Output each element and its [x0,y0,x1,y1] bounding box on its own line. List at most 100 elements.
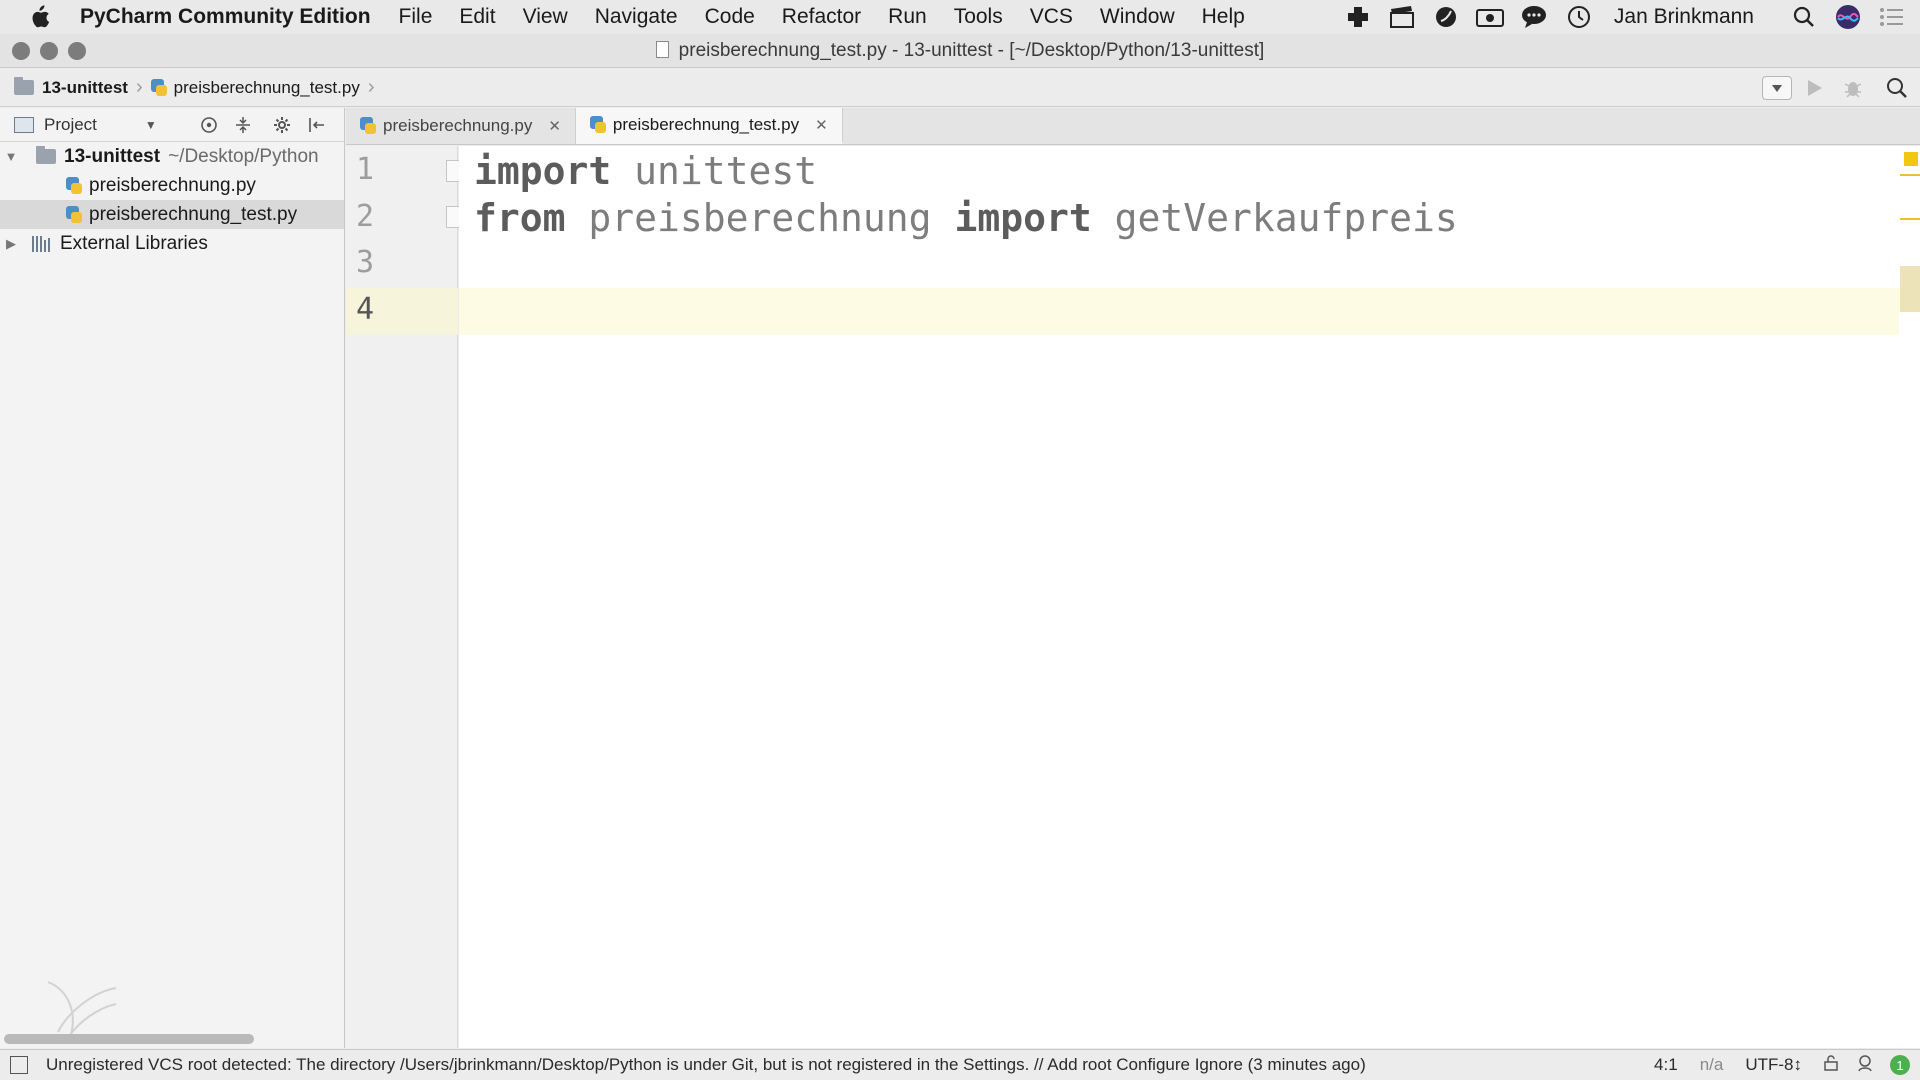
tab-label: preisberechnung_test.py [612,114,800,134]
document-icon [655,40,669,58]
window-title-bar: preisberechnung_test.py - 13-unittest - … [0,34,1920,68]
time-machine-icon[interactable] [1564,5,1592,29]
breadcrumb-separator-icon: › [367,76,375,98]
search-everywhere-icon[interactable] [1882,74,1912,102]
tab-preisberechnung-test[interactable]: preisberechnung_test.py ✕ [575,108,843,144]
file-encoding[interactable]: UTF-8↕ [1745,1055,1802,1075]
clapperboard-icon[interactable] [1388,5,1416,29]
code-line[interactable]: from preisberechnung import getVerkaufpr… [474,196,1458,240]
caret-position[interactable]: 4:1 [1654,1055,1678,1075]
run-icon[interactable] [1800,74,1830,102]
spotlight-search-icon[interactable] [1790,5,1818,29]
keyword: import [954,196,1092,240]
status-widgets: 4:1 n/a UTF-8↕ 1 [1654,1050,1920,1080]
lock-icon[interactable] [1824,1054,1838,1076]
menu-vcs[interactable]: VCS [1030,5,1073,29]
breadcrumb-project[interactable]: 13-unittest [42,78,128,98]
python-file-icon [589,115,606,134]
project-view-selector[interactable]: Project [44,115,97,135]
menu-view[interactable]: View [523,5,568,29]
menu-window[interactable]: Window [1100,5,1175,29]
hide-panel-icon[interactable] [305,113,329,137]
line-number: 1 [356,152,375,187]
watermark-logo [47,981,117,1039]
tree-file-item-selected[interactable]: preisberechnung_test.py [0,200,344,229]
editor-gutter: 1 2 3 4 [346,146,468,1048]
line-number: 3 [356,245,375,280]
collapse-all-icon[interactable] [231,113,255,137]
debug-icon[interactable] [1838,74,1868,102]
scroll-warning-stripe[interactable] [1900,174,1920,176]
menu-edit[interactable]: Edit [459,5,495,29]
tool-windows-icon[interactable] [10,1056,28,1074]
event-log-badge[interactable]: 1 [1890,1055,1910,1075]
menu-bar-extras: Jan Brinkmann [1328,0,1920,34]
caret-line-highlight [459,288,1899,335]
collapsed-arrow-icon[interactable]: ▶ [0,236,22,252]
run-toolbar [1762,69,1920,107]
close-icon[interactable]: ✕ [548,117,561,135]
navigation-bar: 13-unittest › preisberechnung_test.py › [0,69,1920,107]
chat-bubble-icon[interactable] [1520,5,1548,29]
tree-root-path: ~/Desktop/Python [168,145,319,167]
menu-refactor[interactable]: Refactor [782,5,861,29]
project-tool-window: Project ▼ ▼ 13-unittest ~/Desktop/Python… [0,108,345,1048]
close-icon[interactable]: ✕ [815,116,828,134]
camera-icon[interactable] [1475,5,1504,29]
plus-cross-icon[interactable] [1344,5,1372,29]
scroll-status-marker[interactable] [1904,152,1918,166]
status-bar: Unregistered VCS root detected: The dire… [0,1049,1920,1080]
line-number-current: 4 [356,292,375,327]
python-file-icon [360,117,376,135]
breadcrumb-separator-icon: › [135,76,143,98]
app-name-menu[interactable]: PyCharm Community Edition [80,5,371,29]
tab-preisberechnung[interactable]: preisberechnung.py ✕ [346,108,576,144]
apple-icon[interactable] [28,4,68,30]
folder-icon [36,146,56,164]
run-configuration-dropdown[interactable] [1762,74,1792,102]
vcs-status[interactable]: n/a [1700,1055,1724,1075]
tree-file-item[interactable]: preisberechnung.py [0,171,344,200]
tree-root-name: 13-unittest [64,145,161,167]
scroll-warning-stripe[interactable] [1900,218,1920,220]
line-number: 2 [356,199,375,234]
breadcrumb: 13-unittest › preisberechnung_test.py › [0,69,383,107]
keyword: from [474,196,566,240]
library-icon [32,235,52,252]
menu-help[interactable]: Help [1202,5,1245,29]
expand-arrow-icon[interactable]: ▼ [0,149,22,164]
python-file-icon [150,78,167,97]
tab-label: preisberechnung.py [383,116,533,135]
inspector-icon[interactable] [1856,1054,1874,1077]
gear-icon[interactable] [271,113,295,137]
menu-tools[interactable]: Tools [954,5,1003,29]
leaf-icon[interactable] [1432,5,1460,29]
project-header: Project ▼ [0,108,344,142]
status-message[interactable]: Unregistered VCS root detected: The dire… [46,1055,1366,1075]
vertical-scrollbar[interactable] [1900,266,1920,312]
menu-file[interactable]: File [399,5,433,29]
chevron-down-icon[interactable]: ▼ [145,118,157,132]
editor-tabs: preisberechnung.py ✕ preisberechnung_tes… [346,108,1920,145]
tree-root-item[interactable]: ▼ 13-unittest ~/Desktop/Python [0,142,344,171]
tree-file-label: preisberechnung_test.py [89,203,298,225]
notification-center-icon[interactable] [1878,5,1906,29]
external-libraries-label: External Libraries [60,232,208,254]
menu-navigate[interactable]: Navigate [595,5,678,29]
python-file-icon [66,176,82,195]
locate-file-icon[interactable] [197,113,221,137]
window-title: preisberechnung_test.py - 13-unittest - … [0,40,1920,62]
tree-external-libraries[interactable]: ▶ External Libraries [0,229,344,258]
breadcrumb-file[interactable]: preisberechnung_test.py [174,78,360,98]
user-name[interactable]: Jan Brinkmann [1614,5,1754,29]
horizontal-scrollbar[interactable] [4,1034,254,1044]
siri-icon[interactable] [1834,5,1862,29]
code-text: preisberechnung [565,196,955,240]
keyword: import [474,149,612,193]
code-editor[interactable]: import unittest from preisberechnung imp… [459,146,1920,1048]
code-line[interactable]: import unittest [474,149,817,193]
python-file-icon [66,205,82,224]
menu-code[interactable]: Code [705,5,755,29]
project-view-icon [14,116,34,133]
menu-run[interactable]: Run [888,5,927,29]
